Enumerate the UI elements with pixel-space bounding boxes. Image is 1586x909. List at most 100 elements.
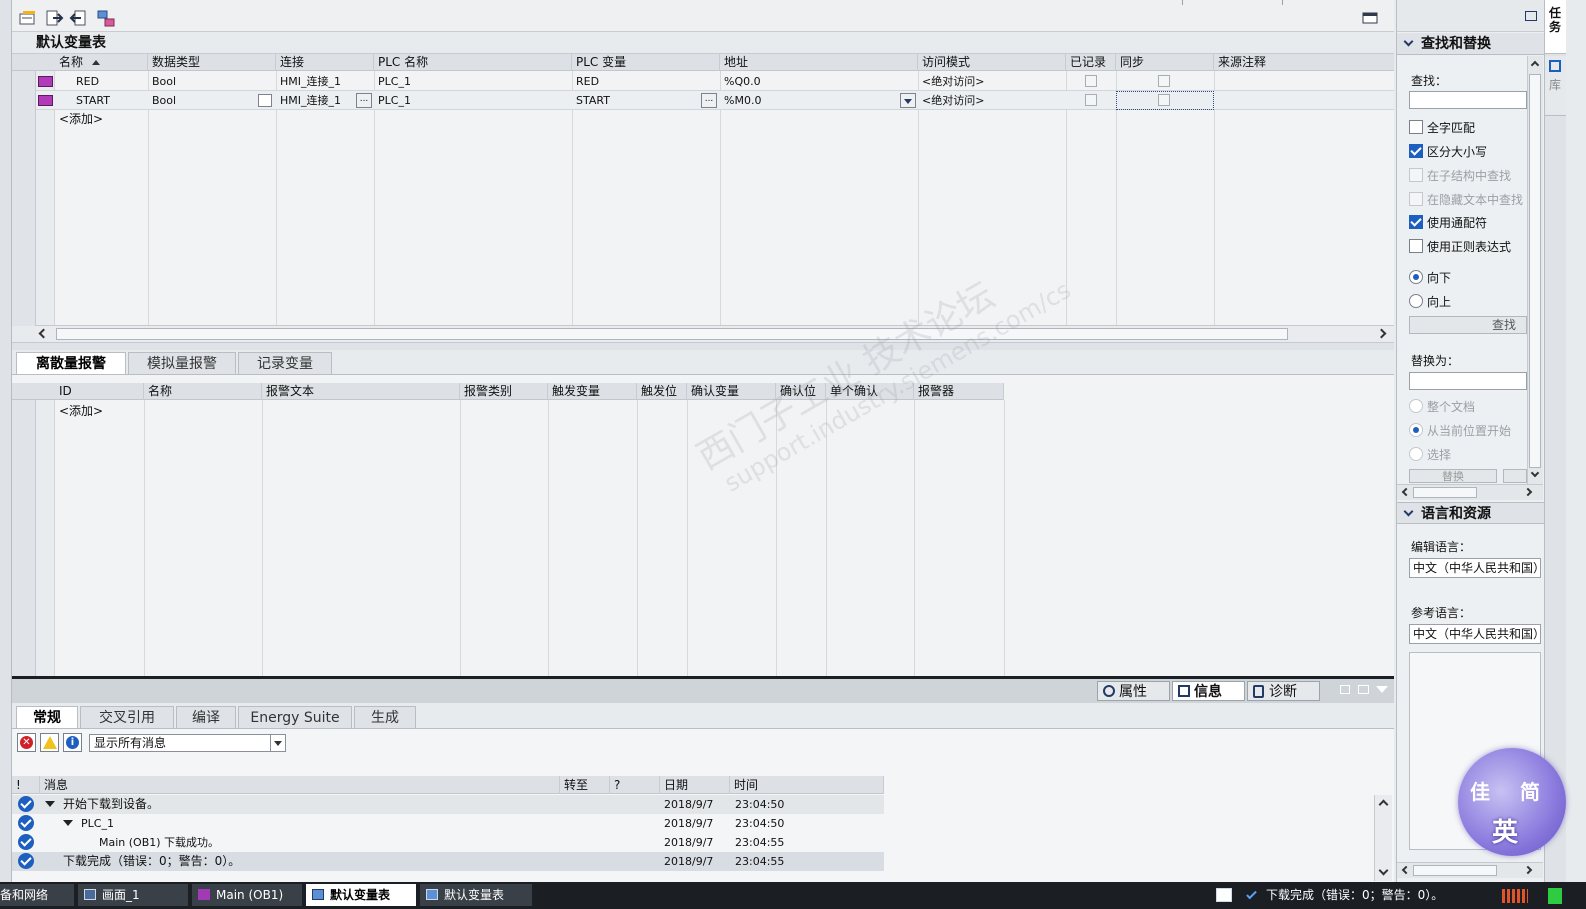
plc-tag-browse-button[interactable]: ...	[701, 93, 717, 108]
expand-icon[interactable]	[45, 801, 55, 807]
warning-filter-icon[interactable]	[40, 733, 59, 752]
msg-col-time[interactable]: 时间	[730, 776, 884, 794]
tag-type[interactable]: Bool	[148, 72, 268, 91]
whole-word-checkbox[interactable]	[1409, 120, 1423, 134]
find-replace-vscrollbar[interactable]	[1527, 56, 1543, 484]
tab-info[interactable]: 信息	[1172, 681, 1245, 701]
add-tag-row[interactable]: <添加>	[55, 110, 145, 129]
taskbar-item-devices[interactable]: 备和网络	[0, 884, 74, 906]
scope-selection-radio[interactable]	[1409, 447, 1423, 461]
tab-generate[interactable]: 生成	[354, 706, 416, 728]
import-icon[interactable]	[68, 8, 88, 28]
scope-current-radio[interactable]	[1409, 423, 1423, 437]
col-header-sync[interactable]: 同步	[1116, 54, 1214, 71]
col-header-type[interactable]: 数据类型	[148, 54, 276, 71]
direction-up-radio[interactable]	[1409, 294, 1423, 308]
col-header-plc-name[interactable]: PLC 名称	[374, 54, 572, 71]
direction-down-radio[interactable]	[1409, 270, 1423, 284]
tag-plc-tag[interactable]: START	[572, 91, 692, 110]
logged-checkbox[interactable]	[1085, 75, 1097, 87]
scroll-left-icon[interactable]	[1401, 487, 1411, 497]
scroll-left-icon[interactable]	[1401, 865, 1411, 875]
scroll-up-icon[interactable]	[1530, 60, 1540, 70]
alarm-col-text[interactable]: 报警文本	[262, 383, 460, 400]
col-header-connection[interactable]: 连接	[276, 54, 374, 71]
notification-icon[interactable]	[1548, 888, 1562, 904]
col-header-logged[interactable]: 已记录	[1066, 54, 1116, 71]
msg-col-severity[interactable]: !	[12, 776, 40, 794]
scroll-thumb[interactable]	[1413, 865, 1497, 876]
tag-connection[interactable]: HMI_连接_1	[276, 72, 366, 91]
col-header-access[interactable]: 访问模式	[918, 54, 1066, 71]
match-case-checkbox[interactable]	[1409, 144, 1423, 158]
message-row[interactable]: PLC_1 2018/9/7 23:04:50	[12, 814, 884, 833]
msg-col-date[interactable]: 日期	[660, 776, 730, 794]
find-replace-header[interactable]: 查找和替换	[1397, 33, 1545, 55]
alarm-col-annunciator[interactable]: 报警器	[914, 383, 1004, 400]
scroll-right-icon[interactable]	[1523, 487, 1533, 497]
language-header[interactable]: 语言和资源	[1397, 502, 1545, 524]
scroll-down-icon[interactable]	[1530, 468, 1540, 478]
msg-col-goto[interactable]: 转至	[560, 776, 610, 794]
message-row[interactable]: Main (OB1) 下载成功。 2018/9/7 23:04:55	[12, 833, 884, 852]
tag-plc-name[interactable]: PLC_1	[374, 91, 554, 110]
panel-mode-icon[interactable]	[1525, 11, 1537, 21]
info-filter-icon[interactable]: i	[63, 733, 82, 752]
scroll-down-icon[interactable]	[1378, 865, 1389, 876]
tab-analog-alarms[interactable]: 模拟量报警	[128, 352, 236, 374]
messages-vscrollbar[interactable]	[1374, 795, 1392, 881]
tab-cross-references[interactable]: 交叉引用	[80, 706, 174, 728]
substructure-checkbox[interactable]	[1409, 168, 1423, 182]
taskbar-item-tag-table-active[interactable]: 默认变量表	[306, 884, 416, 906]
error-filter-icon[interactable]: ✕	[17, 733, 36, 752]
replace-all-button[interactable]	[1503, 469, 1527, 483]
scroll-right-icon[interactable]	[1376, 328, 1387, 339]
address-dropdown-button[interactable]	[900, 93, 916, 108]
alarm-col-name[interactable]: 名称	[144, 383, 262, 400]
side-tab-tasks[interactable]: 任务	[1545, 0, 1567, 54]
float-icon[interactable]	[1340, 685, 1350, 694]
tag-connection[interactable]: HMI_连接_1	[276, 91, 356, 110]
tag-address[interactable]: %M0.0	[720, 91, 880, 110]
tag-access[interactable]: <绝对访问>	[918, 91, 1058, 110]
message-filter-select[interactable]: 显示所有消息	[89, 734, 286, 752]
sync-checkbox[interactable]	[1158, 75, 1170, 87]
add-alarm-row[interactable]: <添加>	[55, 402, 145, 421]
connection-browse-button[interactable]: ...	[356, 93, 372, 108]
taskbar-item-tag-table[interactable]: 默认变量表	[420, 884, 532, 906]
language-hscrollbar[interactable]	[1397, 862, 1543, 878]
table-row[interactable]: RED Bool HMI_连接_1 PLC_1 RED %Q0.0 <绝对访问>	[36, 72, 1394, 91]
find-replace-hscrollbar[interactable]	[1397, 484, 1543, 500]
taskbar-item-screen[interactable]: 画面_1	[78, 884, 188, 906]
col-header-address[interactable]: 地址	[720, 54, 918, 71]
side-tab-libraries[interactable]: 库	[1545, 56, 1567, 116]
scope-document-radio[interactable]	[1409, 399, 1423, 413]
regex-checkbox[interactable]	[1409, 239, 1423, 253]
replace-button[interactable]: 替换	[1409, 469, 1497, 483]
tab-properties[interactable]: 属性	[1097, 681, 1170, 701]
collapse-icon[interactable]	[1376, 686, 1388, 693]
message-row[interactable]: 开始下载到设备。 2018/9/7 23:04:50	[12, 795, 884, 814]
scroll-thumb[interactable]	[1413, 487, 1477, 498]
table-row[interactable]: START Bool HMI_连接_1 ... PLC_1 START ... …	[36, 91, 1394, 110]
tab-energy-suite[interactable]: Energy Suite	[238, 706, 352, 728]
minimize-icon[interactable]	[1358, 685, 1369, 694]
replace-input[interactable]	[1409, 372, 1527, 390]
find-input[interactable]	[1409, 91, 1527, 109]
scroll-left-icon[interactable]	[38, 328, 49, 339]
tag-plc-name[interactable]: PLC_1	[374, 72, 554, 91]
tab-discrete-alarms[interactable]: 离散量报警	[16, 352, 126, 374]
ref-language-select[interactable]: 中文（中华人民共和国）	[1409, 624, 1541, 644]
hidden-text-checkbox[interactable]	[1409, 192, 1423, 206]
edit-language-select[interactable]: 中文（中华人民共和国）	[1409, 558, 1541, 578]
col-header-source-comment[interactable]: 来源注释	[1214, 54, 1394, 71]
wildcards-checkbox[interactable]	[1409, 215, 1423, 229]
msg-col-message[interactable]: 消息	[40, 776, 560, 794]
alarm-col-class[interactable]: 报警类别	[460, 383, 548, 400]
tag-address[interactable]: %Q0.0	[720, 72, 900, 91]
msg-col-help[interactable]: ?	[610, 776, 660, 794]
tab-diagnostics[interactable]: 诊断	[1247, 681, 1320, 701]
tag-type[interactable]: Bool	[148, 91, 268, 110]
chevron-down-icon[interactable]	[270, 735, 285, 751]
expand-icon[interactable]	[63, 820, 73, 826]
